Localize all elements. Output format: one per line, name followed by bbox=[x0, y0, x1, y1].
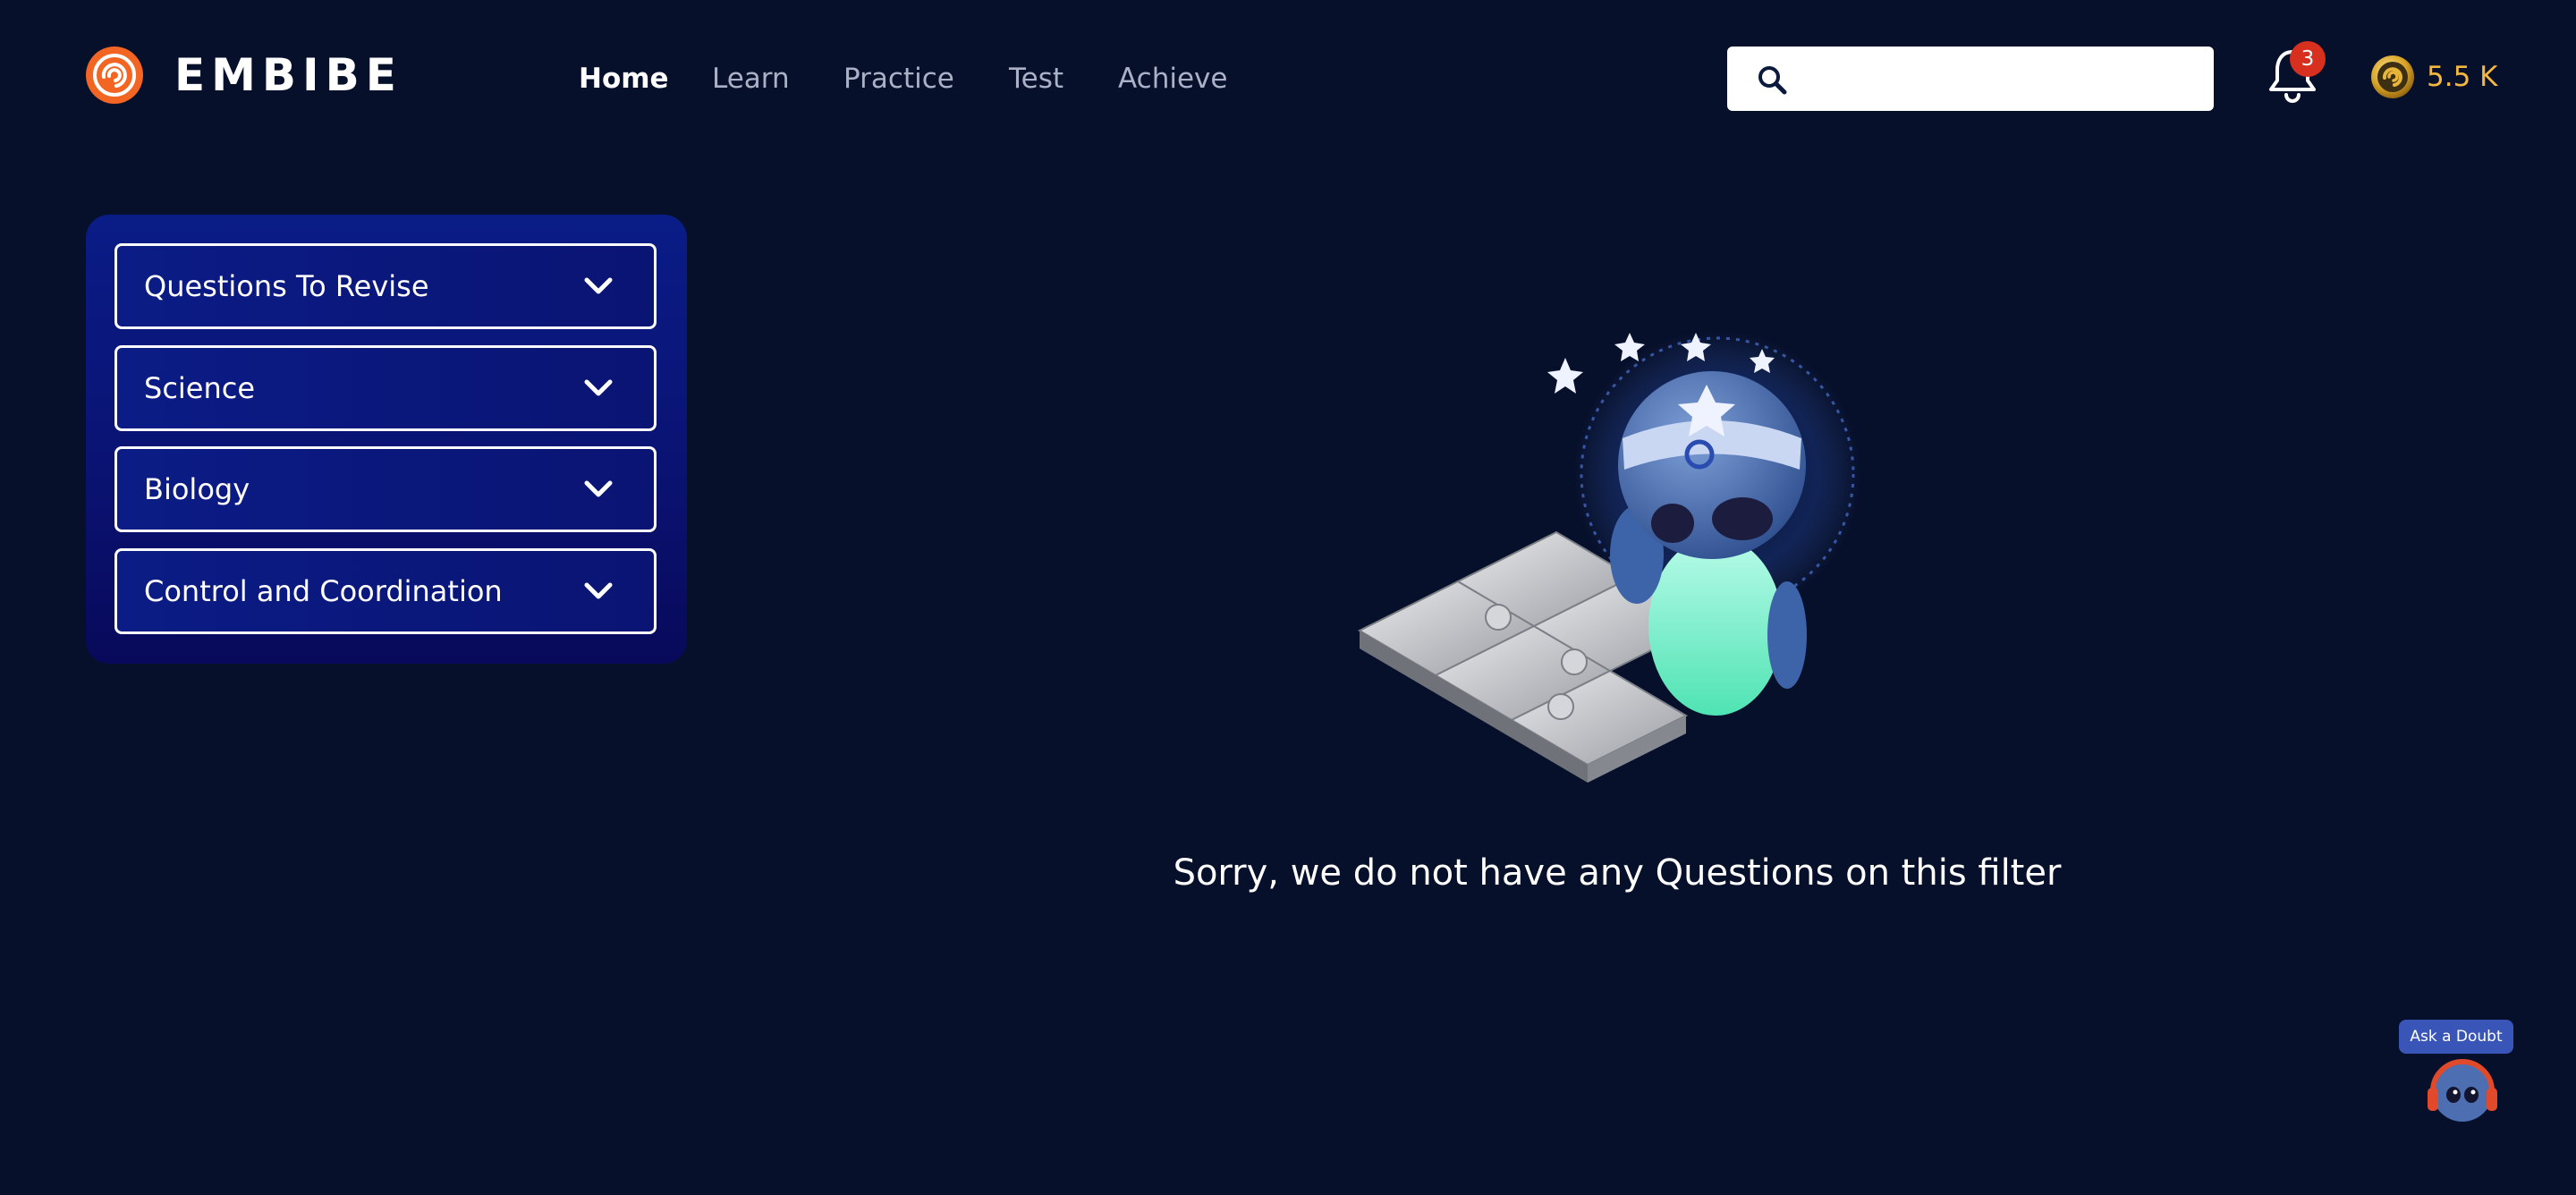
brand-name[interactable]: EMBIBE bbox=[174, 47, 402, 104]
top-header: EMBIBE Home Learn Practice Test Achieve … bbox=[0, 0, 2576, 152]
chevron-down-icon[interactable] bbox=[582, 274, 614, 299]
nav-home[interactable]: Home bbox=[579, 59, 669, 98]
robot-avatar-icon[interactable] bbox=[2422, 1052, 2503, 1123]
filter-questions-to-revise[interactable]: Questions To Revise bbox=[114, 243, 657, 329]
filter-label: Control and Coordination bbox=[144, 574, 503, 608]
filter-label: Questions To Revise bbox=[144, 269, 429, 303]
filter-label: Science bbox=[144, 371, 256, 405]
nav-practice[interactable]: Practice bbox=[843, 59, 954, 98]
search-icon[interactable] bbox=[1757, 64, 1787, 95]
search-input[interactable] bbox=[1808, 55, 2196, 104]
filter-science[interactable]: Science bbox=[114, 345, 657, 431]
embibe-logo-icon[interactable] bbox=[86, 47, 143, 104]
chevron-down-icon[interactable] bbox=[582, 579, 614, 604]
search-box[interactable] bbox=[1727, 47, 2214, 111]
filter-panel: Questions To Revise Science Biology Cont… bbox=[86, 215, 687, 664]
filter-biology[interactable]: Biology bbox=[114, 446, 657, 532]
coin-icon bbox=[2371, 55, 2414, 98]
nav-test[interactable]: Test bbox=[1009, 59, 1063, 98]
ask-doubt-label[interactable]: Ask a Doubt bbox=[2399, 1020, 2513, 1054]
notification-badge: 3 bbox=[2290, 41, 2326, 77]
filter-control-and-coordination[interactable]: Control and Coordination bbox=[114, 548, 657, 634]
empty-state-message: Sorry, we do not have any Questions on t… bbox=[1173, 852, 2062, 894]
ask-doubt-widget[interactable]: Ask a Doubt bbox=[2399, 1020, 2513, 1123]
chevron-down-icon[interactable] bbox=[582, 376, 614, 401]
nav-learn[interactable]: Learn bbox=[712, 59, 790, 98]
coins-balance[interactable]: 5.5 K bbox=[2427, 57, 2497, 97]
filter-label: Biology bbox=[144, 472, 250, 506]
nav-achieve[interactable]: Achieve bbox=[1118, 59, 1227, 98]
chevron-down-icon[interactable] bbox=[582, 477, 614, 502]
empty-state-illustration bbox=[1357, 331, 1860, 783]
